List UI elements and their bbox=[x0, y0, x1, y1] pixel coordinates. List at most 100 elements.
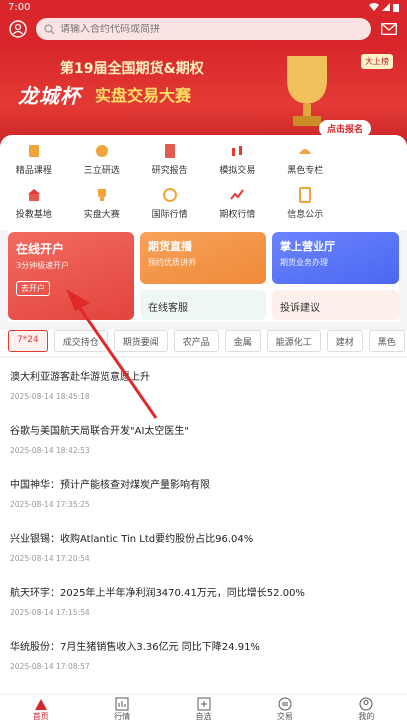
grid-item[interactable]: 投教基地 bbox=[0, 187, 68, 231]
nav-item[interactable]: 自选 bbox=[163, 695, 244, 724]
nav-item[interactable]: 我的 bbox=[326, 695, 407, 724]
open-account-title: 在线开户 bbox=[16, 242, 65, 256]
live-stream-card[interactable]: 期货直播 预约优质讲师 bbox=[140, 232, 266, 284]
news-tab[interactable]: 金属 bbox=[224, 330, 261, 352]
search-icon bbox=[44, 24, 54, 34]
search-bar[interactable] bbox=[36, 18, 371, 40]
grid-item-label: 研究报告 bbox=[151, 166, 188, 176]
news-title: 兴业银锡：收购Atlantic Tin Ltd要约股份占比96.04% bbox=[10, 534, 254, 545]
news-title: 谷歌与美国航天局联合开发"AI太空医生" bbox=[10, 426, 189, 437]
news-title: 澳大利亚游客赴华游览意愿上升 bbox=[10, 372, 150, 383]
book-icon bbox=[28, 145, 39, 157]
document-icon bbox=[299, 187, 312, 203]
news-item[interactable]: 兴业银锡：收购Atlantic Tin Ltd要约股份占比96.04% 2025-… bbox=[0, 520, 407, 574]
grid-item[interactable]: 国际行情 bbox=[136, 187, 204, 231]
service-cards: 在线开户 3分钟极速开户 去开户 期货直播 预约优质讲师 掌上营业厅 期货业务办… bbox=[8, 230, 399, 322]
favorite-icon bbox=[197, 697, 211, 711]
mobile-hall-card[interactable]: 掌上营业厅 期货业务办理 bbox=[272, 232, 399, 284]
report-icon bbox=[164, 144, 175, 158]
news-title: 中国神华：预计产能核查对煤炭产量影响有限 bbox=[10, 480, 210, 491]
live-stream-subtitle: 预约优质讲师 bbox=[148, 258, 196, 267]
quote-icon bbox=[115, 697, 129, 711]
news-item[interactable]: 华统股份：7月生猪销售收入3.36亿元 同比下降24.91% 2025-08-14… bbox=[0, 628, 407, 682]
news-time: 2025-08-14 18:45:18 bbox=[10, 392, 90, 401]
trade-icon bbox=[278, 697, 292, 711]
banner-line1: 第19届全国期货&期权 bbox=[60, 61, 204, 77]
badge-icon bbox=[95, 145, 108, 157]
nav-label: 交易 bbox=[276, 712, 293, 721]
search-input[interactable] bbox=[60, 23, 363, 35]
wifi-icon bbox=[369, 3, 379, 11]
grid-item-label: 投教基地 bbox=[15, 210, 52, 220]
system-icons bbox=[369, 3, 399, 12]
news-title: 航天环宇：2025年上半年净利润3470.41万元，同比增长52.00% bbox=[10, 588, 305, 599]
feedback-card[interactable]: 投诉建议 bbox=[272, 290, 399, 320]
grid-item-label: 信息公示 bbox=[287, 210, 324, 220]
news-list: 澳大利亚游客赴华游览意愿上升 2025-08-14 18:45:18 谷歌与美国航天… bbox=[0, 358, 407, 694]
grid-item[interactable]: 精品课程 bbox=[0, 143, 68, 187]
mail-icon bbox=[381, 23, 397, 35]
open-account-card[interactable]: 在线开户 3分钟极速开户 去开户 bbox=[8, 232, 134, 320]
school-icon bbox=[27, 189, 40, 201]
grid-item-label: 期权行情 bbox=[219, 210, 256, 220]
news-time: 2025-08-14 17:35:25 bbox=[10, 500, 90, 509]
nav-item[interactable]: 首页 bbox=[0, 695, 81, 724]
globe-icon bbox=[162, 188, 177, 202]
top-bar bbox=[0, 14, 407, 44]
grid-item-label: 精品课程 bbox=[15, 166, 52, 176]
user-icon bbox=[9, 20, 27, 38]
news-item[interactable]: 中国神华：预计产能核查对煤炭产量影响有限 2025-08-14 17:35:25 bbox=[0, 466, 407, 520]
status-bar: 7:00 bbox=[0, 0, 407, 14]
grid-item-label: 黑色专栏 bbox=[287, 166, 324, 176]
news-time: 2025-08-14 17:20:54 bbox=[10, 554, 90, 563]
news-tab[interactable]: 成交持仓 bbox=[53, 330, 108, 352]
mobile-hall-subtitle: 期货业务办理 bbox=[280, 258, 328, 267]
message-button[interactable] bbox=[379, 19, 399, 39]
news-tab[interactable]: 能源化工 bbox=[266, 330, 321, 352]
profile-icon bbox=[359, 697, 373, 711]
home-icon bbox=[34, 699, 47, 710]
online-service-card[interactable]: 在线客服 bbox=[140, 290, 266, 320]
grid-item-label: 实盘大赛 bbox=[83, 210, 120, 220]
candlestick-icon bbox=[232, 146, 243, 156]
news-item[interactable]: 谷歌与美国航天局联合开发"AI太空医生" 2025-08-14 18:42:53 bbox=[0, 412, 407, 466]
news-tab[interactable]: 黑色 bbox=[368, 330, 405, 352]
news-item[interactable]: 航天环宇：2025年上半年净利润3470.41万元，同比增长52.00% 2025… bbox=[0, 574, 407, 628]
chart-icon bbox=[230, 189, 245, 200]
grid-spacer bbox=[339, 143, 407, 187]
grid-item[interactable]: 信息公示 bbox=[271, 187, 339, 231]
news-item[interactable]: 澳大利亚游客赴华游览意愿上升 2025-08-14 18:45:18 bbox=[0, 358, 407, 412]
nav-label: 行情 bbox=[114, 712, 131, 721]
news-time: 2025-08-14 17:08:57 bbox=[10, 662, 90, 671]
grid-item[interactable]: 模拟交易 bbox=[204, 143, 272, 187]
grid-item[interactable]: 实盘大赛 bbox=[68, 187, 136, 231]
grid-item-label: 三立研选 bbox=[83, 166, 120, 176]
status-time: 7:00 bbox=[8, 1, 31, 13]
signal-icon bbox=[382, 3, 390, 11]
news-time: 2025-08-14 17:15:54 bbox=[10, 608, 90, 617]
news-tab[interactable]: 7*24 bbox=[8, 330, 48, 352]
profile-button[interactable] bbox=[8, 19, 28, 39]
news-tab[interactable]: 期货要闻 bbox=[113, 330, 168, 352]
banner-tag: 大上榜 bbox=[361, 54, 393, 69]
banner-line2: 龙城杯 bbox=[18, 84, 81, 108]
open-account-button[interactable]: 去开户 bbox=[16, 281, 50, 296]
bottom-nav: 首页 行情 自选 交易 我的 bbox=[0, 694, 407, 724]
nav-item[interactable]: 交易 bbox=[244, 695, 325, 724]
live-stream-title: 期货直播 bbox=[148, 240, 192, 253]
grid-item[interactable]: 三立研选 bbox=[68, 143, 136, 187]
grid-item-label: 国际行情 bbox=[151, 210, 188, 220]
news-tab[interactable]: 建材 bbox=[326, 330, 363, 352]
banner-line3: 实盘交易大赛 bbox=[95, 86, 192, 105]
nav-label: 首页 bbox=[32, 712, 49, 721]
grid-item[interactable]: 期权行情 bbox=[204, 187, 272, 231]
grid-item[interactable]: 研究报告 bbox=[136, 143, 204, 187]
trophy-icon bbox=[97, 189, 106, 201]
open-account-subtitle: 3分钟极速开户 bbox=[16, 261, 70, 270]
nav-item[interactable]: 行情 bbox=[81, 695, 162, 724]
mobile-hall-title: 掌上营业厅 bbox=[280, 240, 335, 253]
grid-item[interactable]: 黑色专栏 bbox=[271, 143, 339, 187]
grid-spacer bbox=[339, 187, 407, 231]
news-tab[interactable]: 农产品 bbox=[173, 330, 219, 352]
news-item[interactable]: 央行：将于8月15日开展5000亿元买断式逆回购操作，期限为6个月 bbox=[0, 682, 407, 694]
